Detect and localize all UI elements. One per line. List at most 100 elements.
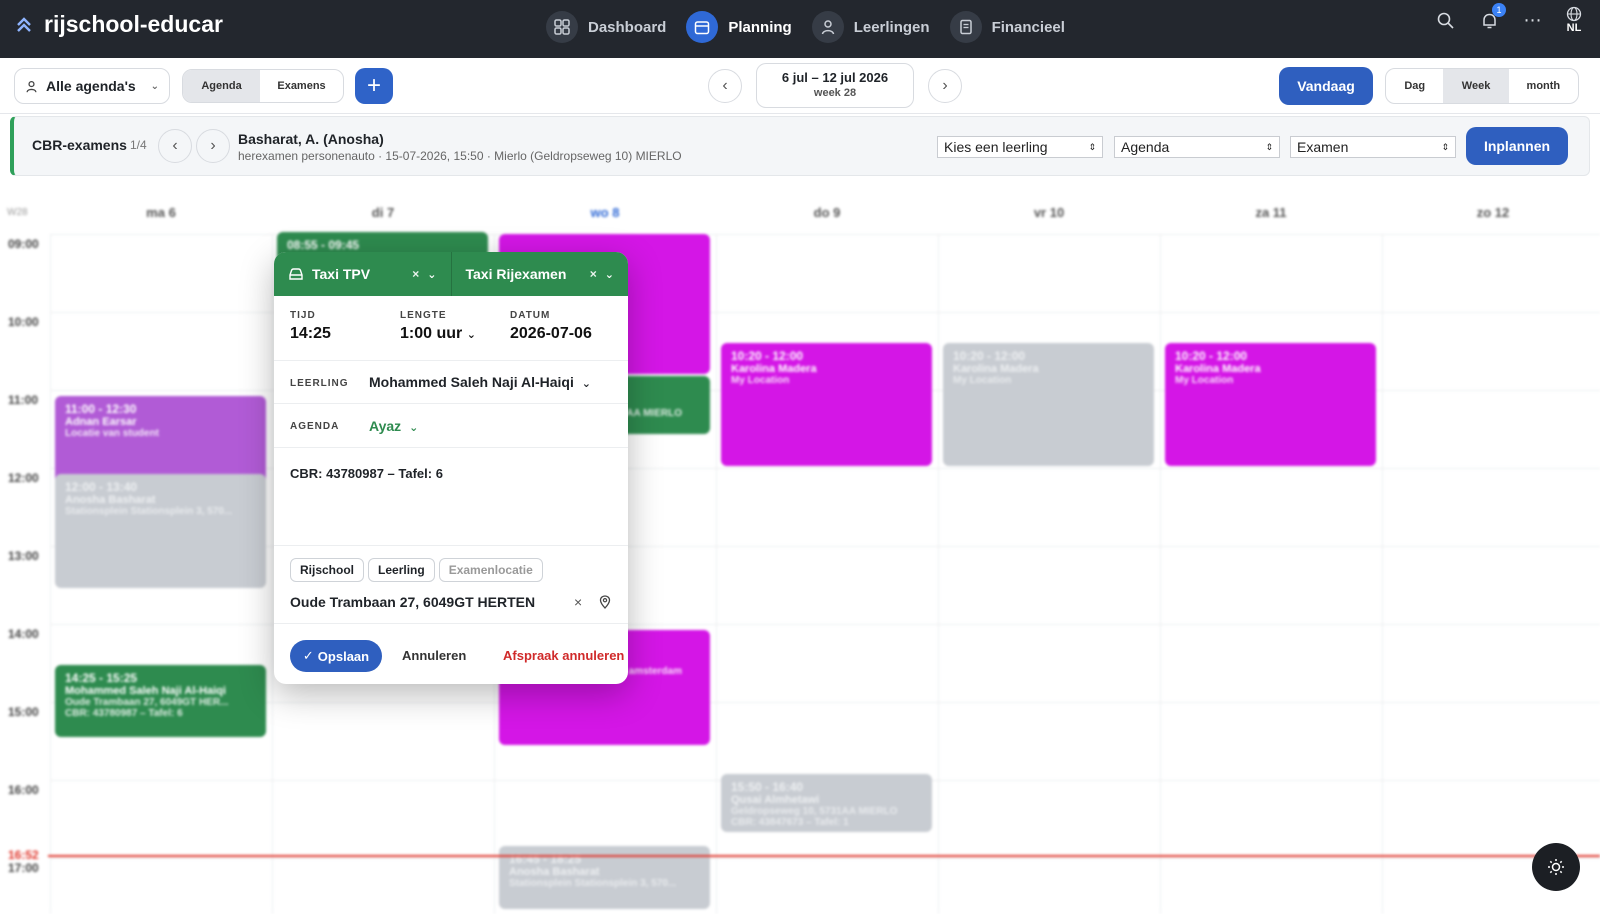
calendar-event[interactable]: 12:00 - 13:40 Anosha Basharat Stationspl… xyxy=(55,474,266,588)
chip-examenlocatie[interactable]: Examenlocatie xyxy=(438,558,543,582)
event-name: Karolina Madera xyxy=(1175,363,1261,375)
nav-planning[interactable]: Planning xyxy=(686,8,792,46)
lengte-value: 1:00 uur ⌄ xyxy=(400,325,476,343)
main-nav: Dashboard Planning Leerlingen Financieel xyxy=(546,8,1065,46)
calendar-event[interactable]: 10:20 - 12:00 Karolina Madera My Locatio… xyxy=(721,343,932,466)
tijd-field[interactable]: TIJD 14:25 xyxy=(290,310,331,343)
inplannen-button[interactable]: Inplannen xyxy=(1466,127,1568,165)
language-code: NL xyxy=(1566,22,1582,34)
top-actions: 1 ⋯ NL xyxy=(1434,3,1582,34)
close-icon[interactable]: × xyxy=(412,267,419,281)
agenda-select-value: Alle agenda's xyxy=(46,78,136,94)
cbr-next-button[interactable]: › xyxy=(196,129,230,163)
hour-label: 15:00 xyxy=(8,705,39,719)
week-calendar: W28 ma 6 di 7 wo 8 do 9 vr 10 za 11 zo 1… xyxy=(0,190,1600,914)
previous-week-button[interactable]: ‹ xyxy=(708,69,742,103)
current-time-label: 16:52 xyxy=(8,848,39,862)
calendar-event[interactable]: 10:20 - 12:00 Karolina Madera My Locatio… xyxy=(943,343,1154,466)
note-row: CBR: 43780987 – Tafel: 6 xyxy=(274,448,628,546)
agenda-dropdown[interactable]: Agenda ⇕ xyxy=(1114,136,1280,158)
today-button[interactable]: Vandaag xyxy=(1279,67,1373,105)
exam-select-value: Examen xyxy=(1297,139,1349,155)
exam-type-value: Taxi Rijexamen xyxy=(465,266,567,282)
bell-icon[interactable]: 1 xyxy=(1478,3,1506,31)
close-icon[interactable]: × xyxy=(590,267,597,281)
settings-fab[interactable] xyxy=(1532,843,1580,891)
search-icon[interactable] xyxy=(1434,9,1456,31)
tab-day[interactable]: Dag xyxy=(1386,69,1443,103)
chevron-down-icon[interactable]: ⌄ xyxy=(605,268,614,281)
tab-agenda[interactable]: Agenda xyxy=(183,70,261,102)
add-appointment-button[interactable]: + xyxy=(355,68,393,104)
tab-examens[interactable]: Examens xyxy=(260,70,343,102)
day-header[interactable]: za 11 xyxy=(1160,205,1382,220)
hour-label: 13:00 xyxy=(8,549,39,563)
event-time: 11:00 - 12:30 xyxy=(65,402,137,416)
day-header[interactable]: zo 12 xyxy=(1382,205,1600,220)
lengte-field[interactable]: LENGTE 1:00 uur ⌄ xyxy=(400,310,476,343)
chevron-down-icon: ⌄ xyxy=(466,329,476,341)
event-time: 14:25 - 15:25 xyxy=(65,671,138,685)
check-icon: ✓ xyxy=(302,648,314,663)
leerling-value: Mohammed Saleh Naji Al-Haiqi xyxy=(369,374,574,390)
agenda-owner-select[interactable]: Ayaz ⌄ xyxy=(369,418,418,434)
date-range[interactable]: 6 jul – 12 jul 2026 week 28 xyxy=(756,63,914,108)
location-source-chips: Rijschool Leerling Examenlocatie xyxy=(290,558,547,582)
chip-leerling[interactable]: Leerling xyxy=(368,558,435,582)
planning-toolbar: Alle agenda's ⌄ Agenda Examens + ‹ 6 jul… xyxy=(0,58,1600,114)
cancel-appointment-button[interactable]: Afspraak annuleren xyxy=(503,648,624,663)
tijd-value: 14:25 xyxy=(290,325,331,342)
updown-icon: ⇕ xyxy=(1265,141,1273,152)
day-header[interactable]: di 7 xyxy=(272,205,494,220)
nav-leerlingen[interactable]: Leerlingen xyxy=(811,8,930,46)
map-pin-icon[interactable] xyxy=(599,595,611,609)
event-location: Locatie van student xyxy=(65,428,159,439)
event-location: Oude Trambaan 27, 6049GT HER... xyxy=(65,697,229,708)
nav-dashboard[interactable]: Dashboard xyxy=(546,8,666,46)
day-header[interactable]: wo 8 xyxy=(494,205,716,220)
nav-financieel[interactable]: Financieel xyxy=(949,8,1065,46)
nav-planning-label: Planning xyxy=(728,18,792,36)
calendar-event[interactable]: 10:20 - 12:00 Karolina Madera My Locatio… xyxy=(1165,343,1376,466)
tab-month[interactable]: month xyxy=(1509,69,1578,103)
nav-dashboard-label: Dashboard xyxy=(588,18,667,36)
calendar-event[interactable]: 14:25 - 15:25 Mohammed Saleh Naji Al-Hai… xyxy=(55,665,266,737)
event-name: Karolina Madera xyxy=(953,363,1039,375)
appointment-type-header: Taxi TPV × ⌄ Taxi Rijexamen × ⌄ xyxy=(274,252,628,296)
car-icon xyxy=(289,268,303,280)
chevron-down-icon[interactable]: ⌄ xyxy=(427,268,436,281)
note-textarea[interactable]: CBR: 43780987 – Tafel: 6 xyxy=(290,466,610,481)
cbr-student-name: Basharat, A. (Anosha) xyxy=(238,131,384,147)
brand[interactable]: rijschool-educar xyxy=(14,11,223,38)
exam-type-select[interactable]: Taxi Rijexamen × ⌄ xyxy=(450,252,629,296)
day-header[interactable]: vr 10 xyxy=(938,205,1160,220)
cancel-button[interactable]: Annuleren xyxy=(402,648,466,663)
next-week-button[interactable]: › xyxy=(928,69,962,103)
day-header[interactable]: do 9 xyxy=(716,205,938,220)
calendar-event[interactable]: 15:50 - 16:40 Qusai Almhetawi Geldropsew… xyxy=(721,774,932,832)
cbr-exam-details: herexamen personenauto · 15-07-2026, 15:… xyxy=(238,149,682,163)
tab-week[interactable]: Week xyxy=(1443,69,1509,103)
exam-select[interactable]: Examen ⇕ xyxy=(1290,136,1456,158)
event-time: 08:55 - 09:45 xyxy=(287,238,360,252)
lesson-type-value: Taxi TPV xyxy=(312,266,371,282)
top-navbar: rijschool-educar Dashboard Planning Leer… xyxy=(0,0,1600,58)
event-time: 15:50 - 16:40 xyxy=(731,780,804,794)
nav-leerlingen-label: Leerlingen xyxy=(853,18,930,36)
clear-icon[interactable]: × xyxy=(574,594,582,610)
day-header[interactable]: ma 6 xyxy=(50,205,272,220)
save-button[interactable]: ✓ Opslaan xyxy=(290,640,382,672)
address-input[interactable]: Oude Trambaan 27, 6049GT HERTEN xyxy=(290,594,535,610)
leerling-select[interactable]: Mohammed Saleh Naji Al-Haiqi ⌄ xyxy=(369,374,591,390)
student-select[interactable]: Kies een leerling ⇕ xyxy=(937,136,1103,158)
language-switcher[interactable]: NL xyxy=(1566,6,1582,34)
datum-field[interactable]: DATUM 2026-07-06 xyxy=(510,310,592,343)
cbr-prev-button[interactable]: ‹ xyxy=(158,129,192,163)
chip-rijschool[interactable]: Rijschool xyxy=(290,558,365,582)
lesson-type-select[interactable]: Taxi TPV × ⌄ xyxy=(274,252,451,296)
agenda-select[interactable]: Alle agenda's ⌄ xyxy=(14,68,170,104)
more-icon[interactable]: ⋯ xyxy=(1522,9,1544,31)
event-time: 12:00 - 13:40 xyxy=(65,480,138,494)
agenda-dropdown-value: Agenda xyxy=(1121,139,1170,155)
datum-value: 2026-07-06 xyxy=(510,325,592,342)
